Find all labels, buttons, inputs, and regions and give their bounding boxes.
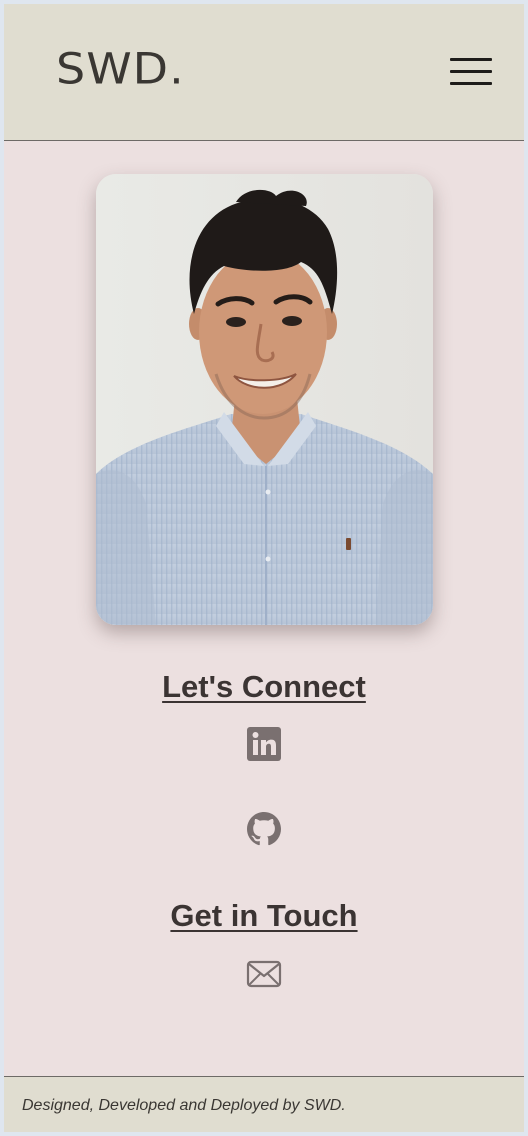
menu-bar xyxy=(450,58,492,61)
menu-bar xyxy=(450,70,492,73)
lets-connect-heading[interactable]: Let's Connect xyxy=(4,669,524,705)
profile-photo-illustration xyxy=(96,174,433,625)
site-logo[interactable]: SWD. xyxy=(56,48,185,90)
email-envelope-icon[interactable] xyxy=(246,959,282,989)
profile-photo xyxy=(96,174,433,625)
get-in-touch-heading[interactable]: Get in Touch xyxy=(4,898,524,934)
linkedin-icon[interactable] xyxy=(247,727,281,761)
page: SWD. Let's Connect Get in Touch Designed… xyxy=(4,4,524,1132)
footer-credit-text: Designed, Developed and Deployed by SWD. xyxy=(22,1097,346,1114)
site-header: SWD. xyxy=(4,4,524,141)
linkedin-icon-glyph xyxy=(247,727,281,761)
github-icon[interactable] xyxy=(247,812,281,846)
site-footer: Designed, Developed and Deployed by SWD. xyxy=(4,1076,524,1132)
menu-bar xyxy=(450,82,492,85)
github-icon-glyph xyxy=(247,812,281,846)
email-envelope-glyph xyxy=(246,960,282,988)
hamburger-menu-icon[interactable] xyxy=(450,57,492,87)
